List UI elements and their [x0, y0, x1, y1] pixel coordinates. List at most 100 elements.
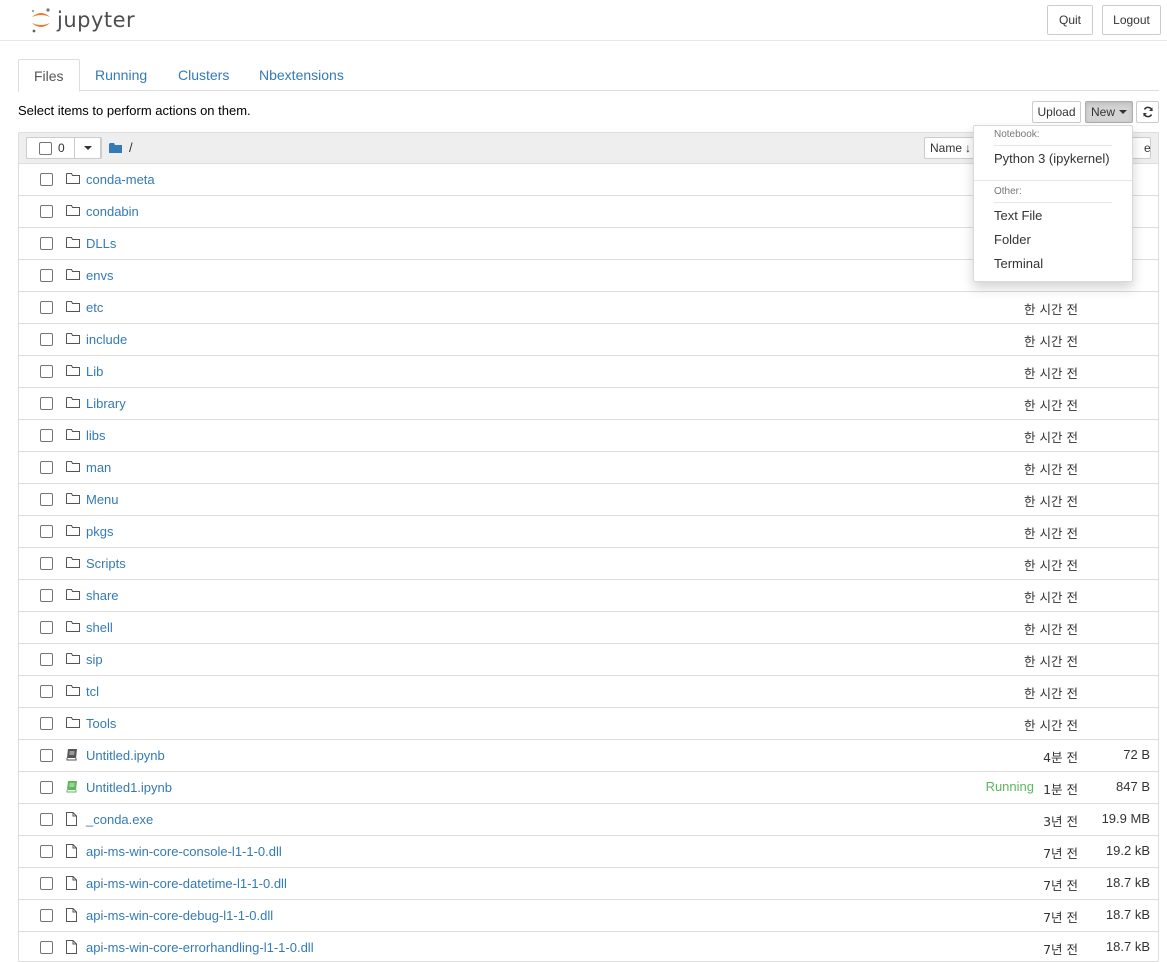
list-item[interactable]: tcl 한 시간 전 — [19, 676, 1158, 708]
logout-button[interactable]: Logout — [1102, 5, 1161, 35]
item-checkbox[interactable] — [40, 717, 53, 730]
list-item[interactable]: Untitled1.ipynb Running 1분 전 847 B — [19, 772, 1158, 804]
item-checkbox[interactable] — [40, 589, 53, 602]
item-name-link[interactable]: _conda.exe — [86, 812, 153, 827]
tab-nbextensions[interactable]: Nbextensions — [244, 59, 359, 91]
other-section-header: Other: — [994, 186, 1022, 197]
folder-icon — [66, 717, 80, 728]
select-menu-toggle[interactable] — [74, 137, 102, 159]
list-item[interactable]: api-ms-win-core-debug-l1-1-0.dll 7년 전 18.7… — [19, 900, 1158, 932]
item-checkbox[interactable] — [40, 909, 53, 922]
list-item[interactable]: share 한 시간 전 — [19, 580, 1158, 612]
folder-icon — [66, 589, 80, 600]
item-checkbox[interactable] — [40, 781, 53, 794]
item-icon — [66, 780, 80, 794]
item-name-link[interactable]: envs — [86, 268, 113, 283]
list-item[interactable]: Menu 한 시간 전 — [19, 484, 1158, 516]
list-item[interactable]: pkgs 한 시간 전 — [19, 516, 1158, 548]
list-item[interactable]: api-ms-win-core-console-l1-1-0.dll 7년 전 19… — [19, 836, 1158, 868]
folder-icon — [109, 142, 122, 153]
item-checkbox[interactable] — [40, 525, 53, 538]
item-checkbox[interactable] — [40, 237, 53, 250]
item-checkbox[interactable] — [40, 749, 53, 762]
item-name-link[interactable]: condabin — [86, 204, 139, 219]
item-name-link[interactable]: Menu — [86, 492, 119, 507]
item-checkbox[interactable] — [40, 877, 53, 890]
item-name-link[interactable]: conda-meta — [86, 172, 155, 187]
item-name-link[interactable]: Lib — [86, 364, 103, 379]
new-folder[interactable]: Folder — [994, 232, 1031, 247]
item-checkbox[interactable] — [40, 301, 53, 314]
item-checkbox[interactable] — [40, 557, 53, 570]
item-checkbox[interactable] — [40, 461, 53, 474]
item-name-link[interactable]: man — [86, 460, 111, 475]
jupyter-logo-icon — [31, 8, 50, 33]
item-name-link[interactable]: api-ms-win-core-debug-l1-1-0.dll — [86, 908, 273, 923]
item-checkbox[interactable] — [40, 269, 53, 282]
item-name-link[interactable]: Library — [86, 396, 126, 411]
jupyter-logo[interactable]: jupyter — [29, 5, 135, 35]
item-checkbox[interactable] — [40, 333, 53, 346]
breadcrumb[interactable]: / — [109, 140, 133, 155]
list-item[interactable]: Library 한 시간 전 — [19, 388, 1158, 420]
item-name-link[interactable]: tcl — [86, 684, 99, 699]
item-name-link[interactable]: etc — [86, 300, 103, 315]
item-name-link[interactable]: shell — [86, 620, 113, 635]
item-name-link[interactable]: api-ms-win-core-datetime-l1-1-0.dll — [86, 876, 287, 891]
tab-files[interactable]: Files — [18, 59, 80, 92]
item-checkbox[interactable] — [40, 845, 53, 858]
item-checkbox[interactable] — [40, 493, 53, 506]
list-item[interactable]: Untitled.ipynb 4분 전 72 B — [19, 740, 1158, 772]
new-python3-notebook[interactable]: Python 3 (ipykernel) — [994, 151, 1110, 166]
quit-button[interactable]: Quit — [1047, 5, 1093, 35]
list-item[interactable]: api-ms-win-core-datetime-l1-1-0.dll 7년 전 1… — [19, 868, 1158, 900]
item-checkbox[interactable] — [40, 429, 53, 442]
item-name-link[interactable]: Untitled1.ipynb — [86, 780, 172, 795]
tab-running[interactable]: Running — [80, 59, 162, 91]
new-button[interactable]: New — [1085, 101, 1133, 123]
arrow-down-icon: ↓ — [965, 141, 972, 155]
item-name-link[interactable]: pkgs — [86, 524, 113, 539]
item-size: 19.2 kB — [1105, 843, 1150, 858]
item-checkbox[interactable] — [40, 365, 53, 378]
new-text-file[interactable]: Text File — [994, 208, 1042, 223]
refresh-button[interactable] — [1136, 101, 1159, 123]
item-name-link[interactable]: libs — [86, 428, 106, 443]
item-name-link[interactable]: api-ms-win-core-console-l1-1-0.dll — [86, 844, 282, 859]
item-name-link[interactable]: Tools — [86, 716, 116, 731]
list-item[interactable]: _conda.exe 3년 전 19.9 MB — [19, 804, 1158, 836]
item-name-link[interactable]: include — [86, 332, 127, 347]
item-checkbox[interactable] — [40, 653, 53, 666]
upload-button[interactable]: Upload — [1032, 101, 1081, 123]
list-item[interactable]: man 한 시간 전 — [19, 452, 1158, 484]
item-checkbox[interactable] — [40, 813, 53, 826]
item-checkbox[interactable] — [40, 397, 53, 410]
item-checkbox[interactable] — [40, 205, 53, 218]
list-item[interactable]: Lib 한 시간 전 — [19, 356, 1158, 388]
item-name-link[interactable]: Scripts — [86, 556, 126, 571]
item-name-link[interactable]: share — [86, 588, 119, 603]
list-item[interactable]: Tools 한 시간 전 — [19, 708, 1158, 740]
item-checkbox[interactable] — [40, 621, 53, 634]
new-terminal[interactable]: Terminal — [994, 256, 1043, 271]
item-size: 19.9 MB — [1101, 811, 1150, 826]
item-name-link[interactable]: DLLs — [86, 236, 116, 251]
list-item[interactable]: sip 한 시간 전 — [19, 644, 1158, 676]
item-name-link[interactable]: api-ms-win-core-errorhandling-l1-1-0.dll — [86, 940, 314, 955]
list-item[interactable]: libs 한 시간 전 — [19, 420, 1158, 452]
item-last-modified: 3년 전 — [1043, 814, 1078, 829]
list-item[interactable]: shell 한 시간 전 — [19, 612, 1158, 644]
item-checkbox[interactable] — [40, 941, 53, 954]
tab-clusters[interactable]: Clusters — [163, 59, 244, 91]
item-icon — [66, 364, 80, 378]
list-item[interactable]: etc 한 시간 전 — [19, 292, 1158, 324]
list-item[interactable]: api-ms-win-core-errorhandling-l1-1-0.dll… — [19, 932, 1158, 961]
item-name-link[interactable]: Untitled.ipynb — [86, 748, 165, 763]
select-all-checkbox[interactable] — [39, 142, 52, 155]
breadcrumb-root[interactable]: / — [129, 140, 133, 155]
item-checkbox[interactable] — [40, 173, 53, 186]
list-item[interactable]: Scripts 한 시간 전 — [19, 548, 1158, 580]
item-name-link[interactable]: sip — [86, 652, 103, 667]
list-item[interactable]: include 한 시간 전 — [19, 324, 1158, 356]
item-checkbox[interactable] — [40, 685, 53, 698]
